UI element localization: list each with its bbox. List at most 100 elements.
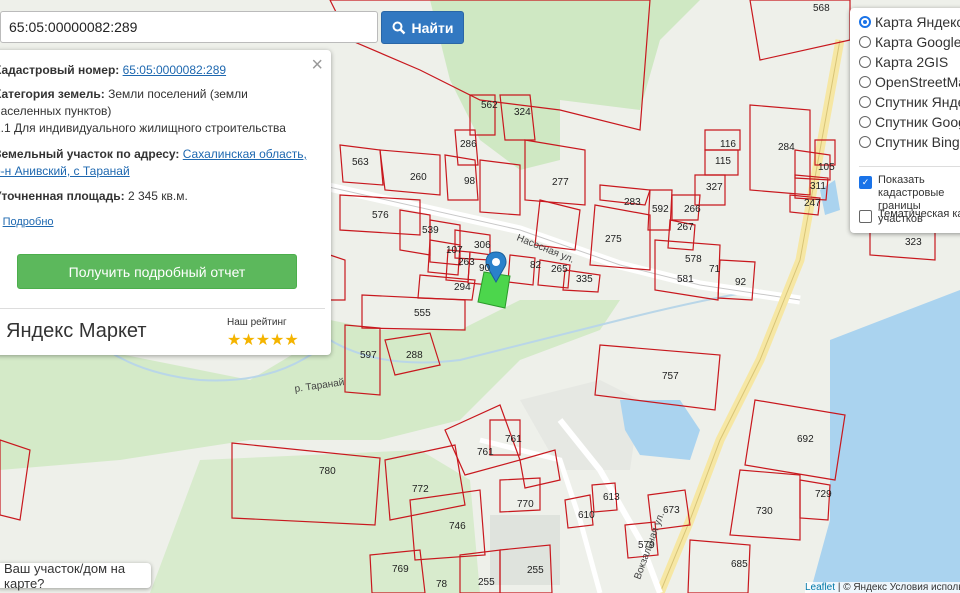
details-link[interactable]: Подробно: [3, 216, 54, 228]
parcel-number-label: 769: [392, 564, 409, 575]
parcel-number-label: 746: [449, 521, 466, 532]
radio-icon: [859, 96, 871, 108]
parcel-number-label: 323: [905, 237, 922, 248]
radio-icon: [859, 76, 871, 88]
map-attribution: Leaflet | © Яндекс Условия использования…: [805, 582, 960, 593]
layer-option-bing-satellite[interactable]: Спутник Bing: [859, 132, 960, 152]
parcel-number-label: 610: [578, 510, 595, 521]
parcel-number-label: 324: [514, 107, 531, 118]
layer-option-osm[interactable]: OpenStreetMap: [859, 72, 960, 92]
parcel-number-label: 576: [372, 210, 389, 221]
layer-label: Спутник Яндекс: [875, 94, 960, 110]
parcel-number-label: 255: [478, 577, 495, 588]
parcel-number-label: 265: [551, 264, 568, 275]
radio-icon: [859, 56, 871, 68]
radio-icon: [859, 136, 871, 148]
layer-label: Спутник Google: [875, 114, 960, 130]
layers-control[interactable]: Карта Яндекс Карта Google Карта 2GIS Ope…: [850, 8, 960, 233]
layer-option-2gis[interactable]: Карта 2GIS: [859, 52, 948, 72]
address-label: Земельный участок по адресу:: [0, 147, 180, 161]
parcel-number-label: 592: [652, 204, 669, 215]
parcel-number-label: 673: [663, 505, 680, 516]
parcel-number-label: 539: [422, 225, 439, 236]
parcel-number-label: 555: [414, 308, 431, 319]
leaflet-link[interactable]: Leaflet: [805, 582, 835, 593]
find-button-label: Найти: [411, 19, 454, 36]
parcel-number-label: 306: [474, 240, 491, 251]
parcel-number-label: 115: [715, 156, 731, 167]
parcel-number-label: 772: [412, 484, 429, 495]
parcel-number-label: 266: [684, 204, 701, 215]
parcel-number-label: 277: [552, 177, 569, 188]
layer-option-google-satellite[interactable]: Спутник Google: [859, 112, 960, 132]
use-value: 2.1 Для индивидуального жилищного строит…: [0, 121, 286, 135]
parcel-number-label: 311: [810, 181, 826, 192]
parcel-number-label: 78: [436, 579, 448, 590]
parcel-number-label: 730: [756, 506, 773, 517]
layer-option-yandex-map[interactable]: Карта Яндекс: [859, 12, 960, 32]
radio-icon: [859, 36, 871, 48]
find-button[interactable]: Найти: [381, 11, 464, 44]
parcel-number-label: 770: [517, 499, 534, 510]
layer-option-yandex-satellite[interactable]: Спутник Яндекс: [859, 92, 960, 112]
divider: [859, 166, 960, 167]
search-input[interactable]: [0, 11, 378, 43]
parcel-number-label: 757: [662, 371, 679, 382]
parcel-number-label: 283: [624, 197, 641, 208]
parcel-number-label: 579: [638, 540, 655, 551]
parcel-number-label: 692: [797, 434, 814, 445]
search-icon: [392, 21, 405, 34]
parcel-number-label: 780: [319, 466, 336, 477]
checkbox-checked-icon: ✓: [859, 176, 872, 189]
layer-label: Карта 2GIS: [875, 54, 949, 70]
yandex-market-logo[interactable]: Яндекс Маркет: [6, 320, 147, 343]
overlay-label: Тематическая карта: [878, 208, 960, 220]
layer-label: Карта Google: [875, 34, 960, 50]
parcel-number-label: 263: [458, 257, 475, 268]
parcel-number-label: 597: [360, 350, 377, 361]
parcel-number-label: 568: [813, 3, 830, 14]
divider: [0, 308, 325, 309]
parcel-number-label: 82: [530, 260, 542, 271]
rating-label: Наш рейтинг: [227, 317, 287, 328]
area-label: Уточненная площадь:: [0, 189, 125, 203]
parcel-number-label: 286: [460, 139, 477, 150]
parcel-number-label: 613: [603, 492, 620, 503]
parcel-number-label: 90: [479, 263, 491, 274]
layer-label: Карта Яндекс: [875, 14, 960, 30]
parcel-number-label: 578: [685, 254, 702, 265]
parcel-number-label: 729: [815, 489, 832, 500]
parcel-number-label: 288: [406, 350, 423, 361]
overlay-thematic-toggle[interactable]: Тематическая карта: [859, 208, 960, 223]
parcel-number-label: 294: [454, 282, 471, 293]
parcel-number-label: 267: [677, 222, 694, 233]
parcel-number-label: 327: [706, 182, 723, 193]
parcel-number-label: 761: [477, 447, 494, 458]
parcel-number-label: 107: [446, 245, 463, 256]
area-value: 2 345 кв.м.: [127, 189, 188, 203]
parcel-number-label: 260: [410, 172, 427, 183]
parcel-number-label: 335: [576, 274, 593, 285]
parcel-number-label: 581: [677, 274, 694, 285]
layer-label: OpenStreetMap: [875, 74, 960, 90]
parcel-number-label: 563: [352, 157, 369, 168]
close-icon[interactable]: ×: [311, 54, 323, 77]
radio-icon: [859, 16, 871, 28]
my-parcel-button[interactable]: Ваш участок/дом на карте?: [0, 561, 151, 591]
cadastral-link[interactable]: 65:05:0000082:289: [123, 63, 226, 77]
parcel-number-label: 71: [709, 264, 721, 275]
report-button[interactable]: Получить подробный отчет: [17, 254, 297, 289]
layer-option-google-map[interactable]: Карта Google: [859, 32, 960, 52]
attribution-text: | © Яндекс Условия использования | Публи…: [837, 582, 960, 593]
parcel-number-label: 761: [505, 434, 522, 445]
parcel-number-label: 98: [464, 176, 476, 187]
category-label: Категория земель:: [0, 87, 105, 101]
parcel-number-label: 247: [804, 198, 821, 209]
parcel-number-label: 562: [481, 100, 498, 111]
parcel-number-label: 275: [605, 234, 622, 245]
parcel-number-label: 92: [735, 277, 747, 288]
checkbox-icon: [859, 210, 872, 223]
parcel-info-popup: × Кадастровый номер: 65:05:0000082:289 К…: [0, 50, 331, 355]
radio-icon: [859, 116, 871, 128]
parcel-number-label: 685: [731, 559, 748, 570]
